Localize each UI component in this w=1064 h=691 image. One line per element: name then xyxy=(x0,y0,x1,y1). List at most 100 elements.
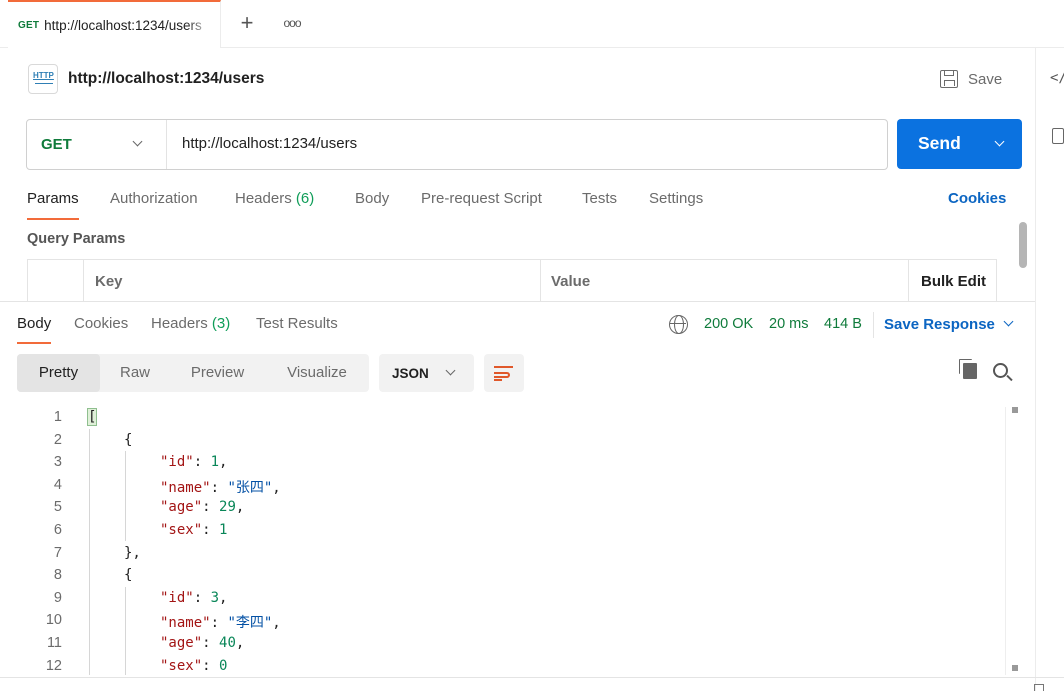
format-label: JSON xyxy=(392,366,429,381)
checkbox-column xyxy=(28,260,83,302)
response-tab-headers-count: (3) xyxy=(211,315,231,332)
response-body[interactable]: 1 [2 {3 "id": 1, 4 "name": "张四", 5 "age": 29, 6 "… xyxy=(0,407,1005,675)
save-button[interactable]: Save xyxy=(940,68,1002,90)
json-key: "name" xyxy=(160,615,211,632)
code-line: }, xyxy=(124,545,141,561)
code-bracket: { xyxy=(124,567,133,584)
json-key: "sex" xyxy=(160,657,203,674)
json-value: 3 xyxy=(210,589,220,606)
json-value: 1 xyxy=(210,454,220,471)
tab-headers-label: Headers xyxy=(235,190,292,207)
json-key: "age" xyxy=(160,499,203,516)
status-code[interactable]: 200 OK xyxy=(704,316,753,332)
code-line: "id": 1, xyxy=(160,454,228,471)
separator xyxy=(873,312,874,338)
query-params-title: Query Params xyxy=(27,231,126,247)
tab-bar: GET http://localhost:1234/users + ooo xyxy=(0,0,1064,48)
indent-guide xyxy=(125,587,126,675)
code-scrollbar[interactable] xyxy=(1005,407,1019,675)
line-number: 2 xyxy=(53,431,62,448)
code-icon[interactable]: </ xyxy=(1050,70,1064,86)
code-bracket: }, xyxy=(124,544,141,561)
url-bar: GET xyxy=(26,119,888,170)
format-select[interactable]: JSON xyxy=(379,354,474,392)
send-label: Send xyxy=(918,133,961,153)
view-visualize[interactable]: Visualize xyxy=(265,354,369,392)
json-value: 40 xyxy=(219,635,236,651)
response-time[interactable]: 20 ms xyxy=(769,316,809,332)
tab-settings[interactable]: Settings xyxy=(649,190,703,207)
code-line: "name": "李四", xyxy=(160,615,281,632)
save-label: Save xyxy=(968,70,1003,88)
response-tab-headers-label: Headers xyxy=(151,315,208,332)
search-icon[interactable] xyxy=(993,363,1008,378)
tab-authorization[interactable]: Authorization xyxy=(110,190,198,207)
save-response-button[interactable]: Save Response xyxy=(884,316,995,333)
line-number: 6 xyxy=(53,522,62,538)
view-mode-group: Pretty Raw Preview Visualize xyxy=(17,354,369,392)
tab-headers-count: (6) xyxy=(295,190,315,207)
line-number: 4 xyxy=(53,476,62,493)
code-line: [ xyxy=(86,408,98,426)
tab-pre-request-script[interactable]: Pre-request Script xyxy=(421,190,542,207)
code-line: "age": 40, xyxy=(160,635,245,651)
json-value: 29 xyxy=(219,499,236,516)
request-title[interactable]: http://localhost:1234/users xyxy=(68,70,264,88)
globe-icon[interactable] xyxy=(669,315,688,334)
save-icon xyxy=(940,70,958,88)
response-tab-cookies[interactable]: Cookies xyxy=(74,315,128,332)
code-line: "sex": 0 xyxy=(160,657,228,674)
wrap-lines-button[interactable] xyxy=(484,354,524,392)
cookies-link[interactable]: Cookies xyxy=(948,190,1006,207)
json-key: "id" xyxy=(160,454,194,471)
chevron-down-icon[interactable] xyxy=(994,136,1005,147)
tab-headers[interactable]: Headers (6) xyxy=(235,190,314,207)
scrollbar[interactable] xyxy=(1019,222,1027,268)
line-number: 10 xyxy=(45,612,62,629)
code-line: { xyxy=(124,432,132,448)
tab-body[interactable]: Body xyxy=(355,190,389,207)
code-line: "name": "张四", xyxy=(160,479,281,496)
view-preview[interactable]: Preview xyxy=(170,354,265,392)
bulk-edit-button[interactable]: Bulk Edit xyxy=(908,260,997,302)
request-tab[interactable]: GET http://localhost:1234/users xyxy=(8,0,221,48)
line-number: 8 xyxy=(53,567,62,584)
code-bracket: [ xyxy=(86,408,98,426)
view-raw[interactable]: Raw xyxy=(100,354,170,392)
indent-guide xyxy=(89,429,90,675)
view-pretty[interactable]: Pretty xyxy=(17,354,100,392)
chevron-down-icon xyxy=(132,136,143,147)
line-number: 5 xyxy=(53,499,62,516)
code-bracket: { xyxy=(124,431,133,448)
code-line: "id": 3, xyxy=(160,589,228,606)
response-size[interactable]: 414 B xyxy=(824,316,862,332)
layout-icon[interactable] xyxy=(1034,684,1044,691)
response-tab-body[interactable]: Body xyxy=(17,315,52,344)
tab-params[interactable]: Params xyxy=(27,190,79,220)
new-tab-icon[interactable]: + xyxy=(236,10,258,36)
params-table: Key Value Bulk Edit xyxy=(27,259,997,302)
status-bar-divider xyxy=(0,677,1064,678)
line-number: 1 xyxy=(53,409,62,425)
json-value: 1 xyxy=(219,522,228,538)
json-key: "age" xyxy=(160,635,203,651)
copy-icon[interactable] xyxy=(959,359,977,379)
response-tab-test-results[interactable]: Test Results xyxy=(256,315,338,332)
code-line: "sex": 1 xyxy=(160,522,228,538)
response-tab-headers[interactable]: Headers (3) xyxy=(151,315,230,332)
method-select[interactable]: GET xyxy=(27,120,167,169)
url-input[interactable] xyxy=(182,135,872,152)
json-key: "name" xyxy=(160,479,211,496)
pane-divider[interactable] xyxy=(0,301,1035,302)
tab-url: http://localhost:1234/users xyxy=(44,17,202,33)
tab-tests[interactable]: Tests xyxy=(582,190,617,207)
code-line: { xyxy=(124,567,132,583)
more-options-icon[interactable]: ooo xyxy=(281,10,303,36)
line-number: 11 xyxy=(46,635,62,651)
document-icon[interactable] xyxy=(1052,128,1064,144)
send-button[interactable]: Send xyxy=(897,119,1022,169)
column-header-value: Value xyxy=(540,260,908,302)
line-number: 7 xyxy=(53,544,62,561)
chevron-down-icon[interactable] xyxy=(1003,316,1014,327)
method-label: GET xyxy=(41,136,72,153)
